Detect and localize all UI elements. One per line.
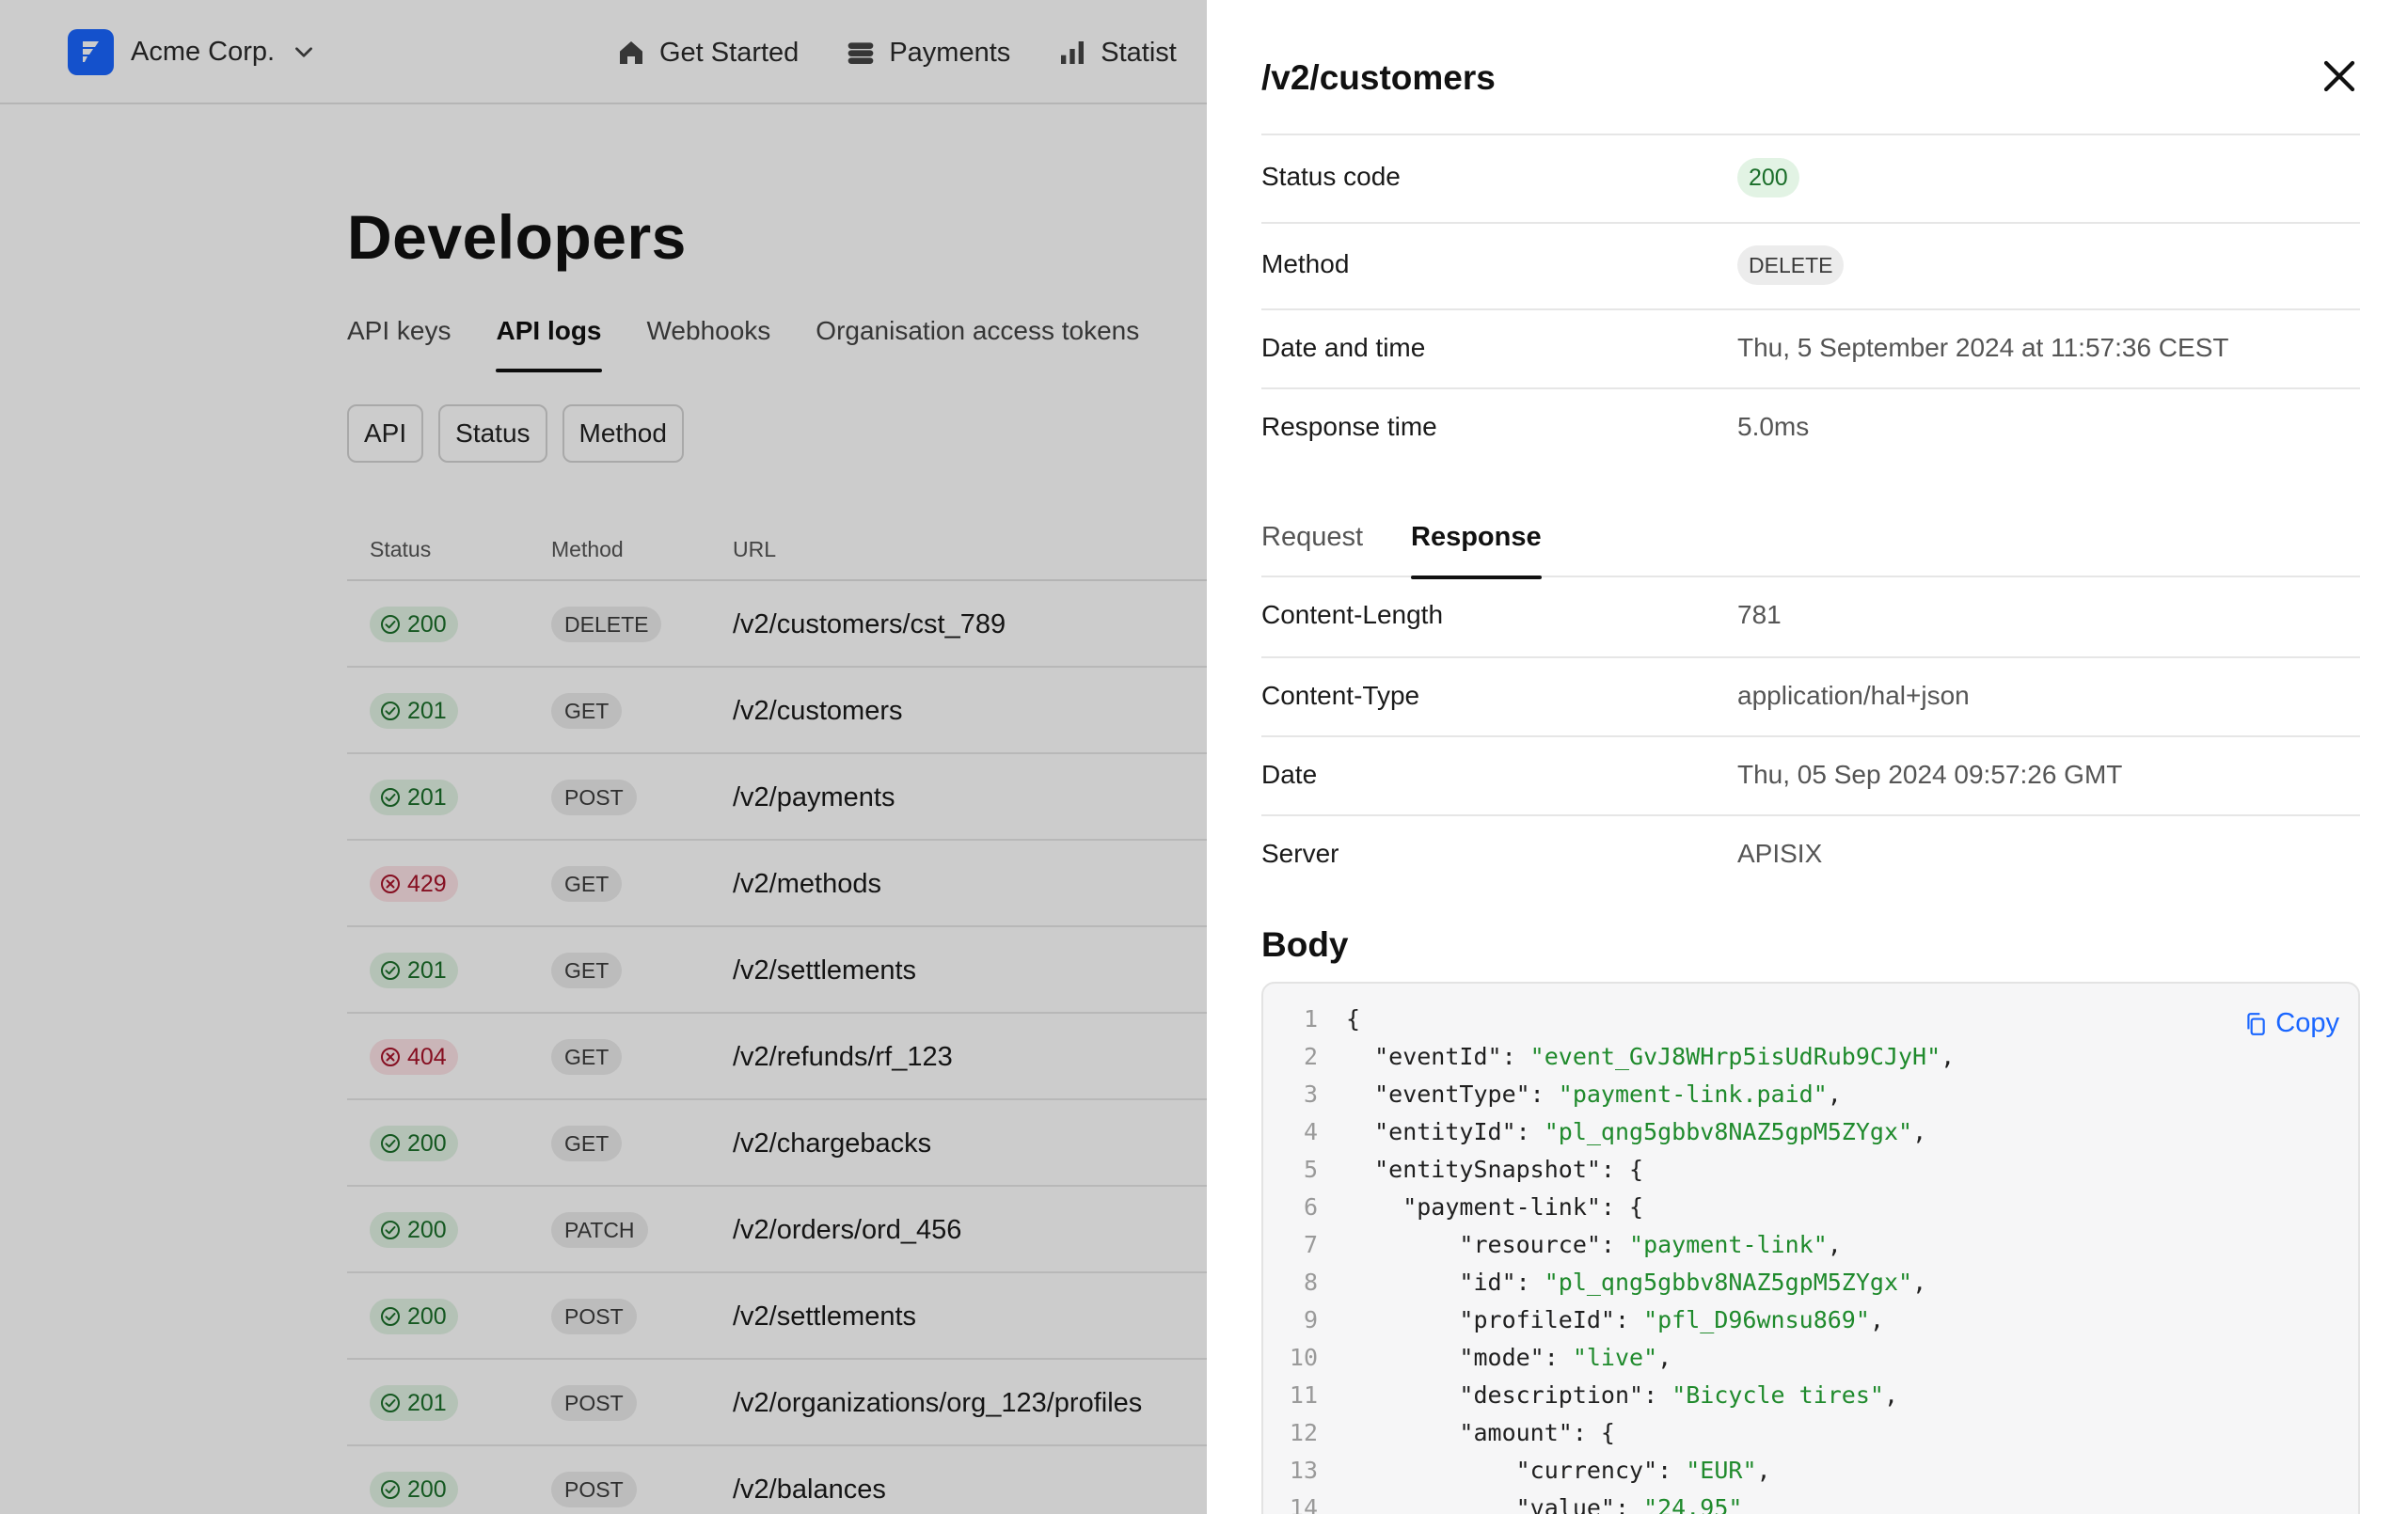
line-number: 14 (1289, 1494, 1318, 1514)
code-token: "id": (1346, 1269, 1545, 1296)
detail-row-datetime: Date and time Thu, 5 September 2024 at 1… (1261, 308, 2360, 387)
code-text: "resource": "payment-link", (1346, 1226, 1842, 1264)
code-token: "value": (1346, 1494, 1644, 1514)
code-text: "id": "pl_qng5gbbv8NAZ5gpM5ZYgx", (1346, 1264, 1926, 1301)
request-response-tabs: Request Response (1261, 508, 2360, 579)
code-text: "entityId": "pl_qng5gbbv8NAZ5gpM5ZYgx", (1346, 1113, 1926, 1151)
code-text: "mode": "live", (1346, 1339, 1671, 1377)
line-number: 7 (1303, 1231, 1318, 1258)
line-number: 4 (1303, 1118, 1318, 1145)
drawer-title: /v2/customers (1261, 58, 1496, 97)
detail-label: Method (1261, 249, 1350, 278)
method-badge: DELETE (1737, 245, 1845, 285)
status-badge: 200 (1737, 158, 1799, 197)
code-token: , (1941, 1043, 1956, 1070)
close-button[interactable] (2312, 49, 2367, 103)
header-value: application/hal+json (1737, 681, 1970, 710)
close-icon (2323, 60, 2355, 92)
header-key: Content-Type (1261, 681, 1420, 710)
code-string: "Bicycle tires" (1671, 1381, 1884, 1409)
code-token: "currency": (1346, 1457, 1687, 1484)
tab-request[interactable]: Request (1261, 508, 1363, 577)
detail-label: Response time (1261, 412, 1437, 441)
code-string: "pl_qng5gbbv8NAZ5gpM5ZYgx" (1544, 1118, 1913, 1145)
header-value: 781 (1737, 600, 1782, 629)
header-key: Content-Length (1261, 600, 1444, 629)
detail-label: Status code (1261, 162, 1401, 191)
header-row: Content-Length 781 (1261, 577, 2360, 656)
code-token: "profileId": (1346, 1306, 1644, 1333)
code-string: "payment-link" (1629, 1231, 1828, 1258)
line-number: 6 (1303, 1193, 1318, 1221)
header-value: APISIX (1737, 839, 1823, 868)
code-string: "EUR" (1686, 1457, 1757, 1484)
detail-value: Thu, 5 September 2024 at 11:57:36 CEST (1737, 333, 2229, 362)
code-token: "eventType": (1346, 1080, 1559, 1108)
code-token: , (1827, 1080, 1842, 1108)
line-number: 5 (1303, 1156, 1318, 1183)
code-token: { (1346, 1005, 1361, 1033)
code-text: "entitySnapshot": { (1346, 1151, 1643, 1189)
code-token: "resource": (1346, 1231, 1630, 1258)
api-log-detail-drawer: /v2/customers Status code 200 Method DEL… (1207, 0, 2408, 1514)
line-number: 1 (1303, 1005, 1318, 1033)
code-token: "entitySnapshot": { (1346, 1156, 1644, 1183)
detail-row-status-code: Status code 200 (1261, 134, 2360, 222)
header-value: Thu, 05 Sep 2024 09:57:26 GMT (1737, 760, 2123, 789)
code-text: "currency": "EUR", (1346, 1452, 1771, 1490)
line-number: 9 (1303, 1306, 1318, 1333)
header-key: Date (1261, 760, 1318, 789)
header-row: Content-Type application/hal+json (1261, 656, 2360, 735)
line-number: 3 (1303, 1080, 1318, 1108)
copy-label: Copy (2275, 1008, 2339, 1038)
code-text: "value": "24.95" (1346, 1490, 1743, 1514)
code-token: "entityId": (1346, 1118, 1545, 1145)
detail-label: Date and time (1261, 333, 1426, 362)
response-body-code-block: Copy 1 {2 "eventId": "event_GvJ8WHrp5isUd… (1261, 982, 2360, 1514)
line-number: 2 (1303, 1043, 1318, 1070)
code-text: "amount": { (1346, 1414, 1615, 1452)
code-token: , (1912, 1269, 1927, 1296)
header-row: Date Thu, 05 Sep 2024 09:57:26 GMT (1261, 735, 2360, 814)
line-number: 13 (1289, 1457, 1318, 1484)
code-token: "description": (1346, 1381, 1672, 1409)
copy-button[interactable]: Copy (2243, 1008, 2339, 1039)
code-token: , (1657, 1344, 1672, 1371)
code-text: "profileId": "pfl_D96wnsu869", (1346, 1301, 1884, 1339)
line-number: 12 (1289, 1419, 1318, 1446)
detail-row-method: Method DELETE (1261, 222, 2360, 308)
code-string: "payment-link.paid" (1558, 1080, 1828, 1108)
code-token: "mode": (1346, 1344, 1573, 1371)
header-key: Server (1261, 839, 1339, 868)
code-text: "eventType": "payment-link.paid", (1346, 1076, 1842, 1113)
code-token: , (1756, 1457, 1771, 1484)
code-token: , (1912, 1118, 1927, 1145)
copy-icon (2247, 1012, 2266, 1035)
line-number: 10 (1289, 1344, 1318, 1371)
code-token: , (1869, 1306, 1884, 1333)
code-string: "event_GvJ8WHrp5isUdRub9CJyH" (1529, 1043, 1941, 1070)
code-text: "payment-link": { (1346, 1189, 1643, 1226)
code-token: , (1827, 1231, 1842, 1258)
body-section-title: Body (1261, 925, 1349, 964)
code-string: "pl_qng5gbbv8NAZ5gpM5ZYgx" (1544, 1269, 1913, 1296)
line-number: 8 (1303, 1269, 1318, 1296)
modal-backdrop[interactable] (0, 0, 1207, 1514)
code-text: { (1346, 1001, 1360, 1038)
code-token: , (1883, 1381, 1899, 1409)
code-string: "24.95" (1643, 1494, 1743, 1514)
code-string: "live" (1572, 1344, 1658, 1371)
code-text: "description": "Bicycle tires", (1346, 1377, 1898, 1414)
detail-row-response-time: Response time 5.0ms (1261, 387, 2360, 466)
code-string: "pfl_D96wnsu869" (1643, 1306, 1870, 1333)
code-text: "eventId": "event_GvJ8WHrp5isUdRub9CJyH"… (1346, 1038, 1955, 1076)
code-token: "amount": { (1346, 1419, 1615, 1446)
header-row: Server APISIX (1261, 814, 2360, 893)
code-token: "eventId": (1346, 1043, 1530, 1070)
code-token: "payment-link": { (1346, 1193, 1644, 1221)
line-number: 11 (1289, 1381, 1318, 1409)
tab-response[interactable]: Response (1411, 508, 1542, 579)
detail-value: 5.0ms (1737, 412, 1810, 441)
